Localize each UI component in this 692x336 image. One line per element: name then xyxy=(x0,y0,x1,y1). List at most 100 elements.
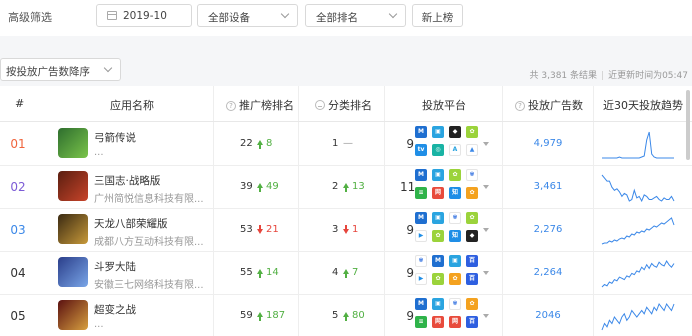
teal-icon: ◎ xyxy=(432,144,444,156)
ad-count: 2,276 xyxy=(533,224,563,235)
zhi-icon: 知 xyxy=(449,230,461,242)
chevron-down-icon xyxy=(388,9,398,19)
ad-count: 2046 xyxy=(535,310,561,321)
table-row[interactable]: 01 弓箭传说... 22 8 1 — 9 M ▣ ◆ ✿ tv ◎ A ▲ 4,979 xyxy=(0,123,692,166)
category-change-text: 1 xyxy=(352,224,359,235)
ms-icon: M xyxy=(415,126,427,138)
platform-expand-icon[interactable] xyxy=(483,142,489,146)
app-name[interactable]: 斗罗大陆 xyxy=(94,259,136,274)
scrollbar[interactable] xyxy=(686,90,690,160)
new-on-chart-button[interactable]: 新上榜 xyxy=(412,4,463,27)
unity-icon: ◆ xyxy=(449,126,461,138)
table-row[interactable]: 05 超变之战... 59 187 5 80 9 M ▣ ✾ ✿ ≡ 网网百 2046 xyxy=(0,295,692,336)
ad-count: 3,461 xyxy=(533,181,563,192)
platform-count: 9 xyxy=(406,223,414,237)
sort-value: 按投放广告数降序 xyxy=(6,66,90,78)
table-row[interactable]: 04 斗罗大陆 安徽三七网络科技有限... 55 14 4 7 9 ✾ M ▣ 百 ▶ ✿ ✿ 百 2,264 xyxy=(0,252,692,295)
ms-icon: M xyxy=(415,298,427,310)
app-icon[interactable] xyxy=(58,214,88,244)
play-icon: ▶ xyxy=(415,273,427,285)
ms-icon: M xyxy=(415,212,427,224)
trend-sparkline xyxy=(602,131,674,159)
platform-count: 9 xyxy=(406,266,414,280)
flower-icon: ✿ xyxy=(432,230,444,242)
sort-bar: 按投放广告数降序 共 3,381 条结果 | 近更新时间为05:47 xyxy=(0,36,692,86)
green-icon: ≡ xyxy=(415,316,427,328)
trend-line xyxy=(602,131,674,159)
device-select[interactable]: 全部设备 xyxy=(197,4,298,27)
flower-icon: ✿ xyxy=(432,273,444,285)
app-developer: ... xyxy=(94,147,104,158)
paw-icon: ✾ xyxy=(449,212,461,224)
paw-icon: ✾ xyxy=(449,298,461,310)
col-app-header: 应用名称 xyxy=(110,99,154,112)
promo-rank-value: 39 xyxy=(240,181,253,192)
trend-line xyxy=(601,174,675,203)
platform-expand-icon[interactable] xyxy=(483,314,489,318)
rank-select[interactable]: 全部排名 xyxy=(305,4,406,27)
arrow-up-icon xyxy=(257,140,263,149)
trend-line xyxy=(601,217,675,245)
app-icon[interactable] xyxy=(58,257,88,287)
promo-rank-value: 22 xyxy=(240,138,253,149)
arrow-up-icon xyxy=(343,183,349,192)
promo-rank-change: 49 xyxy=(257,181,279,192)
help-icon: ? xyxy=(226,101,236,111)
result-total: 共 3,381 条结果 xyxy=(529,71,598,81)
app-icon[interactable] xyxy=(58,171,88,201)
arrow-down-icon xyxy=(257,225,263,234)
table-row[interactable]: 03 天龙八部荣耀版 成都八方互动科技有限... 53 21 3 1 9 M ▣ ✾ ✿ ▶ ✿ 知 ◆ 2,2… xyxy=(0,209,692,252)
calendar-icon xyxy=(107,11,117,20)
baidu-icon: 百 xyxy=(466,316,478,328)
cube-icon: ▣ xyxy=(432,169,444,181)
promo-change-text: 187 xyxy=(266,310,286,321)
category-rank-value: 2 xyxy=(332,181,339,192)
arrow-up-icon xyxy=(257,183,263,192)
app-developer: 安徽三七网络科技有限... xyxy=(94,280,204,291)
rank-number: 01 xyxy=(10,137,26,151)
app-icon[interactable] xyxy=(58,300,88,330)
red-icon: 网 xyxy=(449,316,461,328)
ranking-table: # 应用名称 ? 推广榜排名 分类排名 投放平台 ? 投放广告数 近30天投放趋势 … xyxy=(0,86,692,336)
col-category-header[interactable]: 分类排名 xyxy=(315,97,372,113)
platform-count: 9 xyxy=(406,309,414,323)
a-icon: A xyxy=(449,144,461,156)
app-name[interactable]: 超变之战 xyxy=(94,302,136,317)
cube-icon: ▣ xyxy=(432,298,444,310)
chevron-down-icon xyxy=(280,9,290,19)
app-name[interactable]: 天龙八部荣耀版 xyxy=(94,216,168,231)
category-rank-change: 7 xyxy=(343,267,358,278)
category-change-text: — xyxy=(343,138,353,149)
info-icon xyxy=(315,100,325,110)
promo-change-text: 49 xyxy=(266,181,279,192)
rank-number: 04 xyxy=(10,266,26,280)
date-picker[interactable]: 2019-10 xyxy=(96,4,192,27)
app-icon[interactable] xyxy=(58,128,88,158)
platform-expand-icon[interactable] xyxy=(483,271,489,275)
sort-select[interactable]: 按投放广告数降序 xyxy=(0,58,121,81)
ad-count: 4,979 xyxy=(533,138,563,149)
trend-sparkline xyxy=(601,217,675,245)
platform-expand-icon[interactable] xyxy=(483,185,489,189)
orange-icon: ✿ xyxy=(466,187,478,199)
red-icon: 网 xyxy=(432,187,444,199)
app-name[interactable]: 三国志·战略版 xyxy=(94,173,160,188)
app-name[interactable]: 弓箭传说 xyxy=(94,130,136,145)
last-updated: 近更新时间为05:47 xyxy=(608,71,688,81)
paw-icon: ✾ xyxy=(415,255,427,267)
promo-rank-value: 55 xyxy=(240,267,253,278)
col-promo-header[interactable]: ? 推广榜排名 xyxy=(226,97,294,113)
arrow-up-icon xyxy=(343,312,349,321)
platform-expand-icon[interactable] xyxy=(483,228,489,232)
tri-icon: ▲ xyxy=(466,144,478,156)
col-adcount-header[interactable]: ? 投放广告数 xyxy=(515,97,583,113)
promo-rank-change: 21 xyxy=(257,224,279,235)
table-row[interactable]: 02 三国志·战略版 广州简悦信息科技有限... 39 49 2 13 11 M ▣ ✿ ✾ ≡ 网知 ✿ 3… xyxy=(0,166,692,209)
arrow-up-icon xyxy=(257,312,263,321)
flower-icon: ✿ xyxy=(466,212,478,224)
ad-count: 2,264 xyxy=(533,267,563,278)
unity-icon: ◆ xyxy=(466,230,478,242)
platform-count: 11 xyxy=(400,180,416,194)
cube-icon: ▣ xyxy=(449,255,461,267)
promo-change-text: 21 xyxy=(266,224,279,235)
